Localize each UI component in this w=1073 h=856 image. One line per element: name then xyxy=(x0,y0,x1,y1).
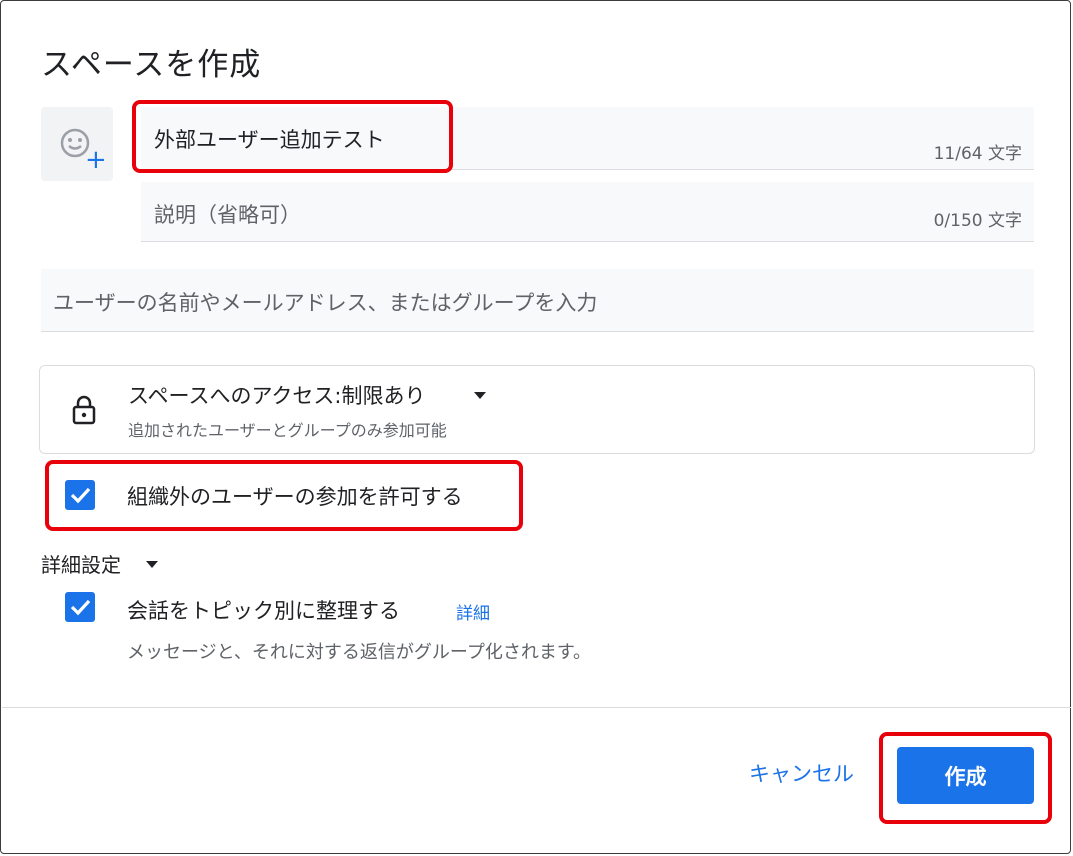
space-name-counter: 11/64 文字 xyxy=(933,144,1022,164)
space-name-input[interactable]: 外部ユーザー追加テスト xyxy=(154,124,385,154)
people-field[interactable]: ユーザーの名前やメールアドレス、またはグループを入力 xyxy=(41,269,1034,332)
check-icon xyxy=(70,599,91,616)
create-space-dialog: スペースを作成 + 外部ユーザー追加テスト 11/64 文字 説明（省略可） 0… xyxy=(0,0,1071,854)
lock-icon xyxy=(72,395,96,425)
create-button[interactable]: 作成 xyxy=(897,747,1034,804)
topic-threading-label[interactable]: 会話をトピック別に整理する xyxy=(127,595,400,625)
external-users-label[interactable]: 組織外のユーザーの参加を許可する xyxy=(127,481,463,511)
footer-divider xyxy=(2,707,1071,708)
cancel-button[interactable]: キャンセル xyxy=(749,758,854,788)
access-title: スペースへのアクセス:制限あり xyxy=(128,384,426,408)
dialog-title: スペースを作成 xyxy=(41,47,262,83)
dropdown-arrow-icon[interactable] xyxy=(474,392,486,399)
space-name-field[interactable]: 外部ユーザー追加テスト 11/64 文字 xyxy=(141,107,1034,170)
advanced-settings-toggle[interactable]: 詳細設定 xyxy=(41,549,121,578)
description-field[interactable]: 説明（省略可） 0/150 文字 xyxy=(141,182,1034,242)
topic-threading-checkbox[interactable] xyxy=(65,592,95,622)
description-input[interactable]: 説明（省略可） xyxy=(154,199,301,229)
description-counter: 0/150 文字 xyxy=(933,211,1022,231)
people-input[interactable]: ユーザーの名前やメールアドレス、またはグループを入力 xyxy=(53,287,597,317)
access-subtitle: 追加されたユーザーとグループのみ参加可能 xyxy=(128,421,447,440)
check-icon xyxy=(70,487,91,504)
external-users-checkbox[interactable] xyxy=(65,480,95,510)
dropdown-arrow-icon[interactable] xyxy=(146,561,158,568)
topic-threading-description: メッセージと、それに対する返信がグループ化されます。 xyxy=(127,642,592,663)
add-icon: + xyxy=(85,145,107,175)
access-selector[interactable]: スペースへのアクセス:制限あり 追加されたユーザーとグループのみ参加可能 xyxy=(39,365,1035,454)
learn-more-link[interactable]: 詳細 xyxy=(456,599,490,624)
